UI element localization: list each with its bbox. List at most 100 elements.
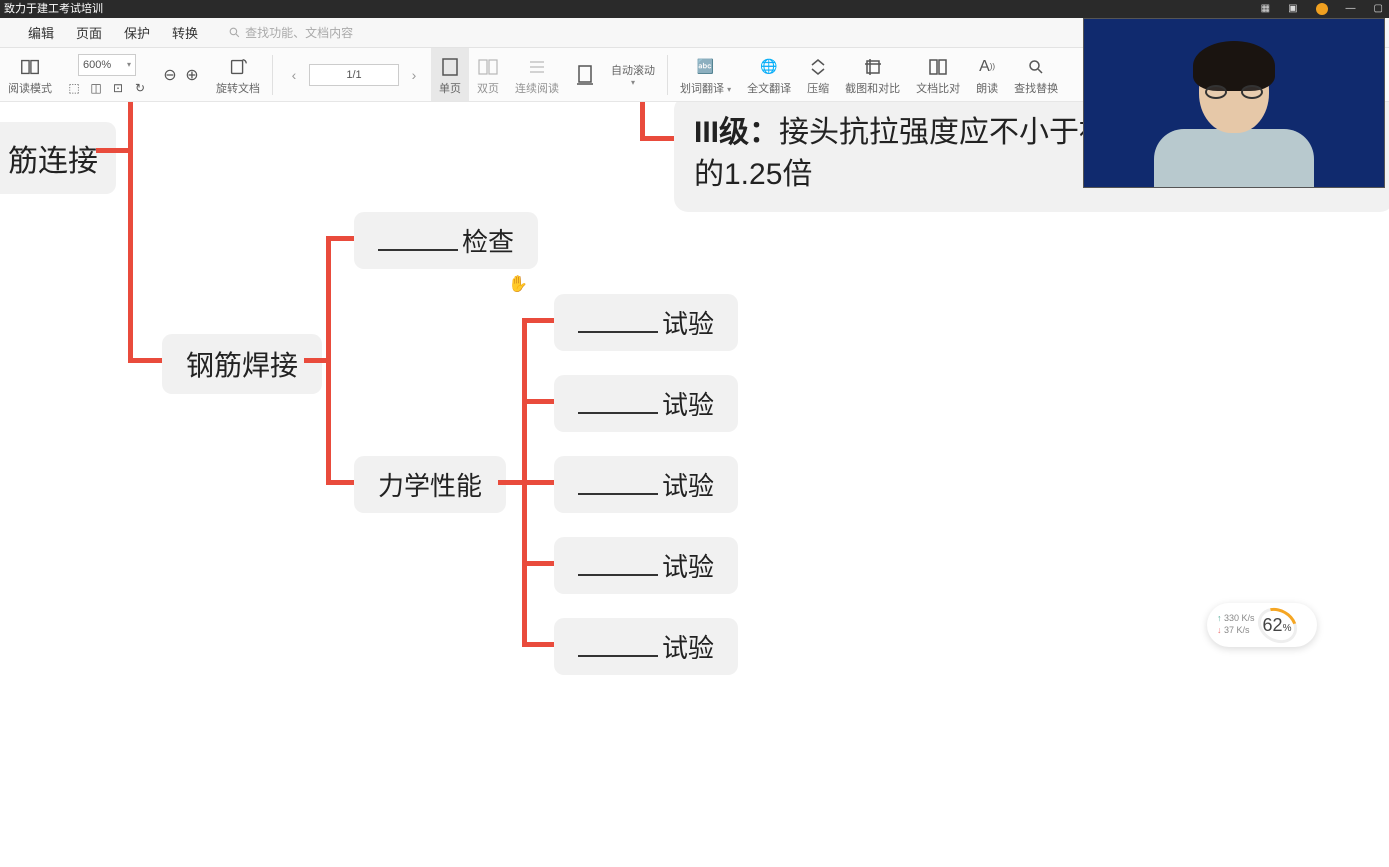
blank-fill [578,558,658,576]
apps-icon[interactable]: ▣ [1288,0,1297,18]
compress-button[interactable]: 压缩 [799,48,837,101]
progress-ring-icon [1251,600,1303,649]
word-translate-button[interactable]: 🔤 划词翻译 ▾ [672,48,739,101]
double-page-icon [478,54,498,80]
connector [522,318,556,323]
zoom-in-out-group: ⊖ ⊕ [154,48,208,101]
user-avatar-icon[interactable] [1316,3,1328,15]
reading-mode-button[interactable]: 阅读模式 [0,48,60,101]
mindmap-test-node-5[interactable]: 试验 [554,618,738,675]
find-replace-button[interactable]: 查找替换 [1006,48,1066,101]
compress-icon [809,54,827,80]
rotate-button[interactable]: 旋转文档 [208,48,268,101]
full-translate-button[interactable]: 🌐 全文翻译 [739,48,799,101]
menu-item-page[interactable]: 页面 [76,23,102,42]
document-canvas[interactable]: 筋连接 钢筋焊接 检查 力学性能 试验 试验 试验 试验 试验 III级：接头抗… [0,102,1389,867]
zoom-out-icon[interactable]: ⊖ [162,67,178,83]
auto-scroll-button[interactable]: 自动滚动 ▾ [603,48,663,101]
page-nav-group: ‹ 1/1 › [277,48,431,101]
mindmap-test-node-2[interactable]: 试验 [554,375,738,432]
maximize-icon[interactable]: ▢ [1374,0,1383,18]
window-title: 致力于建工考试培训 [4,3,103,15]
blank-fill [378,233,458,251]
window-titlebar: 致力于建工考试培训 ▦ ▣ — ▢ [0,0,1389,18]
connector [96,148,132,153]
actual-size-icon[interactable]: ⊡ [110,80,126,96]
connector [326,236,356,241]
prev-page-button[interactable]: ‹ [285,64,303,86]
video-overlay[interactable] [1083,18,1385,188]
search-placeholder: 查找功能、文档内容 [245,24,353,41]
minimize-icon[interactable]: — [1346,0,1356,18]
search-box[interactable]: 查找功能、文档内容 [228,24,353,41]
window-controls: ▦ ▣ — ▢ [1261,0,1383,18]
connector [304,358,328,363]
blank-fill [578,639,658,657]
zoom-value: 600% [83,59,111,71]
blank-fill [578,396,658,414]
speaker-icon: A)) [979,54,995,80]
search-icon [228,26,241,39]
grid-icon[interactable]: ▦ [1261,0,1270,18]
continuous-button[interactable]: 连续阅读 [507,48,567,101]
connector [128,102,133,362]
fit-width-icon[interactable]: ⬚ [66,80,82,96]
book-icon [19,54,41,80]
continuous-icon [528,54,546,80]
connector [640,136,676,141]
blank-fill [578,477,658,495]
connector [326,480,356,485]
mindmap-test-node-1[interactable]: 试验 [554,294,738,351]
mindmap-root-node[interactable]: 筋连接 [0,122,116,194]
double-page-button[interactable]: 双页 [469,48,507,101]
connector [522,642,556,647]
translate-icon: 🔤 [697,54,714,80]
mindmap-weld-node[interactable]: 钢筋焊接 [162,334,322,394]
rotate-icon [227,54,249,80]
upload-speed: 330 K/s [1217,613,1255,625]
connector [326,236,331,484]
speed-readout: 330 K/s 37 K/s [1217,613,1255,636]
connector [522,480,556,485]
connector [640,102,645,140]
connector [498,480,524,485]
crop-icon [863,54,883,80]
mindmap-check-node[interactable]: 检查 [354,212,538,269]
blank-fill [578,315,658,333]
single-page-button[interactable]: 单页 [431,48,469,101]
connector [522,561,556,566]
mindmap-test-node-3[interactable]: 试验 [554,456,738,513]
zoom-group: 600% ▾ ⬚ ◫ ⊡ ↻ [60,48,154,101]
separator [272,55,273,95]
download-speed: 37 K/s [1217,625,1255,637]
network-speed-widget[interactable]: 330 K/s 37 K/s 62% [1207,603,1317,647]
zoom-select[interactable]: 600% ▾ [78,54,136,76]
chevron-down-icon: ▾ [127,60,131,69]
doc-compare-button[interactable]: 文档比对 [908,48,968,101]
chevron-down-icon: ▾ [631,78,635,87]
usage-percent: 62% [1263,615,1292,636]
connector [128,358,166,363]
menu-item-edit[interactable]: 编辑 [28,23,54,42]
frame-icon [575,62,595,88]
zoom-in-icon[interactable]: ⊕ [184,67,200,83]
mindmap-mechanical-node[interactable]: 力学性能 [354,456,506,513]
presenter-figure [1154,47,1314,188]
next-page-button[interactable]: › [405,64,423,86]
read-aloud-button[interactable]: A)) 朗读 [968,48,1006,101]
frame-button[interactable] [567,48,603,101]
menu-item-convert[interactable]: 转换 [172,23,198,42]
hand-cursor-icon: ✋ [508,274,528,294]
mindmap-test-node-4[interactable]: 试验 [554,537,738,594]
page-input[interactable]: 1/1 [309,64,399,86]
fit-page-icon[interactable]: ◫ [88,80,104,96]
refresh-icon[interactable]: ↻ [132,80,148,96]
separator [667,55,668,95]
menu-item-protect[interactable]: 保护 [124,23,150,42]
search-icon [1027,54,1045,80]
connector [522,399,556,404]
screenshot-button[interactable]: 截图和对比 [837,48,908,101]
compare-icon [928,54,948,80]
single-page-icon [441,54,459,80]
globe-icon: 🌐 [760,54,777,80]
